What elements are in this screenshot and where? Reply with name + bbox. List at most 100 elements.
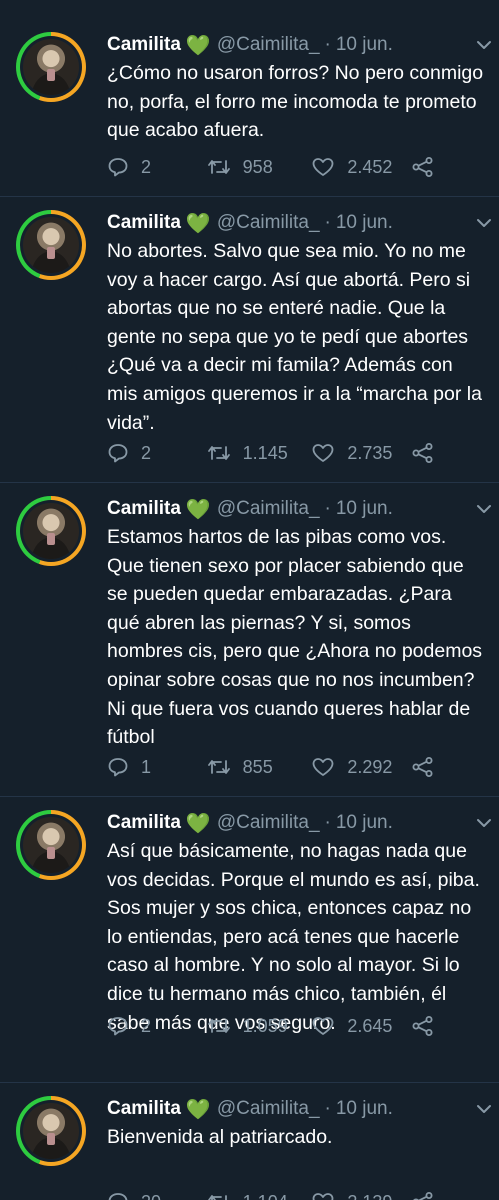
heart-icon — [312, 444, 334, 462]
tweet-date[interactable]: 10 jun. — [336, 212, 393, 234]
retweet-count: 1.104 — [243, 1192, 288, 1200]
tweet-date[interactable]: 10 jun. — [336, 34, 393, 56]
avatar[interactable] — [16, 496, 86, 566]
tweet-text: ¿Cómo no usaron forros? No pero conmigo … — [107, 62, 484, 142]
display-name[interactable]: Camilita — [107, 498, 181, 520]
tweet-header: Camilita 💚 @Caimilita_ · 10 jun. — [107, 810, 487, 836]
retweet-count: 1.059 — [242, 1015, 288, 1036]
tweet-actions: 1 855 2.292 — [107, 752, 447, 782]
retweet-count: 1.145 — [242, 442, 288, 463]
chevron-down-icon[interactable] — [475, 500, 493, 518]
retweet-icon — [207, 760, 230, 774]
tweet-header: Camilita 💚 @Caimilita_ · 10 jun. — [107, 1096, 487, 1122]
chevron-down-icon[interactable] — [475, 214, 493, 232]
display-name[interactable]: Camilita — [107, 212, 181, 234]
retweet-count: 958 — [242, 156, 273, 177]
user-handle[interactable]: @Caimilita_ — [217, 212, 320, 234]
tweet-actions: 2 1.059 2.645 — [107, 1011, 447, 1041]
user-handle[interactable]: @Caimilita_ — [217, 498, 320, 520]
divider — [0, 482, 499, 483]
share-button[interactable] — [411, 156, 447, 178]
retweet-icon — [207, 1019, 230, 1033]
separator-dot: · — [324, 812, 331, 833]
tweet-actions: 2 1.145 2.735 — [107, 438, 447, 468]
share-button[interactable] — [411, 1191, 447, 1200]
retweet-button[interactable]: 958 — [207, 156, 312, 178]
retweet-button[interactable]: 1.145 — [207, 442, 312, 464]
green-heart-emoji: 💚 — [185, 812, 211, 835]
green-heart-emoji: 💚 — [185, 1098, 211, 1121]
retweet-button[interactable]: 1.104 — [207, 1191, 312, 1200]
reply-button[interactable]: 2 — [107, 442, 207, 464]
share-icon — [412, 1016, 433, 1036]
like-button[interactable]: 2.645 — [311, 1015, 411, 1037]
tweet-thread: Camilita 💚 @Caimilita_ · 10 jun. ¿Cómo n… — [0, 0, 499, 1200]
share-button[interactable] — [411, 1015, 447, 1037]
share-icon — [412, 443, 433, 463]
reply-button[interactable]: 2 — [107, 156, 207, 178]
share-icon — [413, 1192, 433, 1200]
retweet-icon — [207, 160, 230, 174]
reply-button[interactable]: 2 — [107, 1015, 207, 1037]
share-icon — [412, 157, 433, 177]
reply-icon — [108, 158, 128, 177]
reply-button[interactable]: 1 — [107, 756, 207, 778]
tweet-date[interactable]: 10 jun. — [336, 498, 393, 520]
heart-icon — [312, 1017, 334, 1035]
tweet-date[interactable]: 10 jun. — [336, 812, 393, 834]
green-heart-emoji: 💚 — [185, 34, 211, 57]
display-name[interactable]: Camilita — [107, 812, 181, 834]
retweet-button[interactable]: 1.059 — [207, 1015, 312, 1037]
user-handle[interactable]: @Caimilita_ — [217, 812, 320, 834]
user-handle[interactable]: @Caimilita_ — [217, 34, 320, 56]
heart-icon — [312, 158, 334, 176]
retweet-count: 855 — [242, 756, 273, 777]
heart-icon — [312, 758, 334, 776]
share-button[interactable] — [411, 756, 447, 778]
display-name[interactable]: Camilita — [107, 1098, 181, 1120]
tweet-text: Así que básicamente, no hagas nada que v… — [107, 840, 480, 1034]
green-heart-emoji: 💚 — [185, 498, 211, 521]
reply-count: 1 — [141, 756, 152, 777]
like-count: 2.735 — [347, 442, 393, 463]
avatar-photo — [23, 817, 79, 873]
share-button[interactable] — [411, 442, 447, 464]
chevron-down-icon[interactable] — [475, 814, 493, 832]
tweet-header: Camilita 💚 @Caimilita_ · 10 jun. — [107, 210, 487, 236]
chevron-down-icon[interactable] — [475, 1100, 493, 1118]
reply-count: 2 — [141, 1015, 152, 1036]
display-name[interactable]: Camilita — [107, 34, 181, 56]
reply-icon — [108, 1193, 128, 1200]
green-heart-emoji: 💚 — [185, 212, 211, 235]
reply-icon — [108, 1017, 128, 1036]
like-button[interactable]: 2.292 — [311, 756, 411, 778]
retweet-icon — [207, 446, 230, 460]
chevron-down-icon[interactable] — [475, 36, 493, 54]
reply-button[interactable]: 20 — [107, 1191, 207, 1200]
tweet-header: Camilita 💚 @Caimilita_ · 10 jun. — [107, 32, 487, 58]
divider — [0, 1082, 499, 1083]
avatar-photo — [23, 1103, 79, 1159]
tweet-actions: 20 1.104 2.139 — [107, 1187, 447, 1200]
like-count: 2.139 — [347, 1192, 392, 1200]
retweet-button[interactable]: 855 — [207, 756, 312, 778]
share-icon — [412, 757, 433, 777]
avatar[interactable] — [16, 32, 86, 102]
like-count: 2.292 — [347, 756, 393, 777]
avatar[interactable] — [16, 210, 86, 280]
like-button[interactable]: 2.452 — [311, 156, 411, 178]
avatar[interactable] — [16, 810, 86, 880]
like-button[interactable]: 2.139 — [311, 1191, 411, 1200]
heart-icon — [312, 1193, 334, 1200]
like-button[interactable]: 2.735 — [311, 442, 411, 464]
user-handle[interactable]: @Caimilita_ — [217, 1098, 320, 1120]
reply-count: 20 — [141, 1192, 161, 1200]
reply-count: 2 — [141, 156, 152, 177]
avatar[interactable] — [16, 1096, 86, 1166]
separator-dot: · — [324, 1098, 331, 1119]
tweet-date[interactable]: 10 jun. — [336, 1098, 393, 1120]
tweet-text: Bienvenida al patriarcado. — [107, 1126, 333, 1148]
divider — [0, 796, 499, 797]
reply-count: 2 — [141, 442, 152, 463]
tweet-text: No abortes. Salvo que sea mio. Yo no me … — [107, 240, 482, 434]
